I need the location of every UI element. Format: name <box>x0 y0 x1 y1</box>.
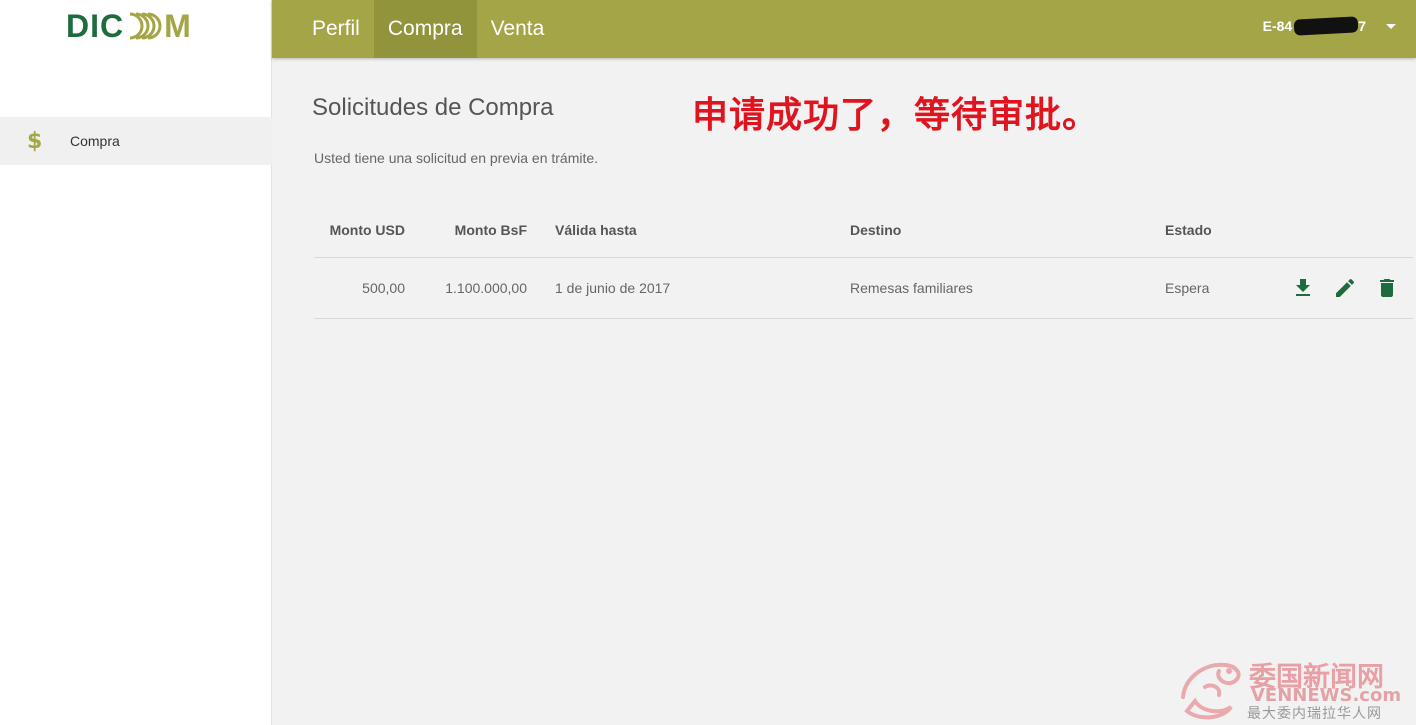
header-estado: Estado <box>1151 203 1261 258</box>
main-nav: Perfil Compra Venta <box>298 0 558 58</box>
cell-valida-hasta: 1 de junio de 2017 <box>541 257 836 319</box>
sidebar-item-label: Compra <box>70 133 120 149</box>
download-icon[interactable] <box>1291 276 1315 300</box>
header-valida-hasta: Válida hasta <box>541 203 836 258</box>
header-destino: Destino <box>836 203 1151 258</box>
cell-estado: Espera <box>1151 257 1261 319</box>
sidebar: DIC M $ Compra <box>0 0 272 725</box>
dollar-icon: $ <box>27 128 43 154</box>
tab-perfil[interactable]: Perfil <box>298 0 374 58</box>
logo-text-end: M <box>164 8 192 44</box>
page-subtitle: Usted tiene una solicitud en previa en t… <box>314 150 599 166</box>
logo-text: DIC <box>66 8 125 44</box>
user-id-suffix: 7 <box>1358 18 1366 34</box>
sidebar-item-compra[interactable]: $ Compra <box>0 117 272 165</box>
top-bar: Perfil Compra Venta E-84 7 <box>272 0 1416 58</box>
header-actions <box>1261 203 1413 258</box>
header-monto-bsf: Monto BsF <box>419 203 541 258</box>
requests-table: Monto USD Monto BsF Válida hasta Destino… <box>314 203 1413 319</box>
dicom-logo[interactable]: DIC M <box>66 10 192 42</box>
annotation-text: 申请成功了，等待审批。 <box>692 95 1100 136</box>
cell-destino: Remesas familiares <box>836 257 1151 319</box>
site-watermark: 委国新闻网 VENNEWS.com 最大委内瑞拉华人网 <box>1175 655 1415 723</box>
table-header-row: Monto USD Monto BsF Válida hasta Destino… <box>314 203 1413 258</box>
cell-monto-bsf: 1.100.000,00 <box>419 257 541 319</box>
tab-venta[interactable]: Venta <box>477 0 559 58</box>
table-row: 500,00 1.100.000,00 1 de junio de 2017 R… <box>314 257 1413 319</box>
edit-icon[interactable] <box>1333 276 1357 300</box>
dragon-logo-icon <box>1181 662 1241 720</box>
tab-compra[interactable]: Compra <box>373 0 477 58</box>
logo-arcs-icon <box>129 12 162 40</box>
redaction-mark <box>1293 16 1359 36</box>
user-id-prefix: E-84 <box>1262 18 1293 34</box>
cell-actions <box>1261 257 1413 319</box>
user-menu[interactable]: E-84 7 <box>1263 0 1396 52</box>
watermark-sub: 最大委内瑞拉华人网 <box>1247 706 1382 722</box>
cell-monto-usd: 500,00 <box>314 257 419 319</box>
delete-icon[interactable] <box>1375 276 1399 300</box>
caret-down-icon[interactable] <box>1386 23 1396 29</box>
header-monto-usd: Monto USD <box>314 203 419 258</box>
page-title: Solicitudes de Compra <box>312 94 554 121</box>
